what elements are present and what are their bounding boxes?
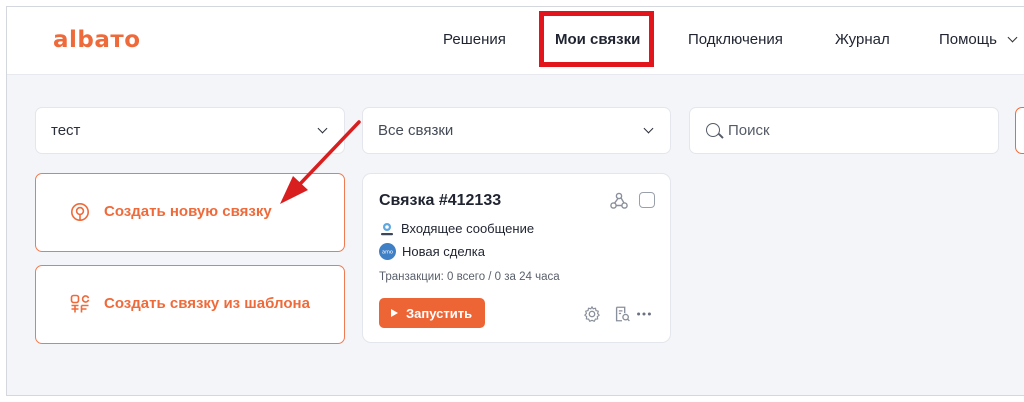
search-icon: [706, 123, 720, 137]
webhook-icon: [610, 192, 628, 209]
trigger-label: Входящее сообщение: [401, 221, 535, 236]
incoming-message-icon: [381, 222, 393, 235]
search-input[interactable]: Поиск: [689, 107, 999, 154]
transactions-count: Транзакции: 0 всего / 0 за 24 часа: [379, 271, 560, 283]
edge-button[interactable]: [1015, 107, 1024, 154]
action-label: Новая сделка: [402, 244, 485, 259]
bundle-type-select[interactable]: Все связки: [362, 107, 671, 154]
create-new-bundle-button[interactable]: Создать новую связку: [35, 173, 345, 252]
run-button[interactable]: Запустить: [379, 298, 485, 328]
nav-journal-label: Журнал: [835, 31, 890, 48]
amocrm-icon-text: amo: [382, 250, 393, 256]
chevron-down-icon: [317, 123, 328, 134]
trigger-step: Входящее сообщение: [379, 221, 534, 238]
search-placeholder: Поиск: [728, 122, 770, 139]
nav-connections-label: Подключения: [688, 31, 783, 48]
top-header: albaтo Решения Мои связки Подключения Жу…: [7, 7, 1024, 75]
create-from-template-button[interactable]: Создать связку из шаблона: [35, 265, 345, 344]
nav-help[interactable]: Помощь: [939, 31, 1018, 48]
create-from-template-label: Создать связку из шаблона: [104, 295, 310, 312]
action-step: amo Новая сделка: [379, 243, 485, 261]
project-select-value: тест: [51, 122, 81, 139]
nav-journal[interactable]: Журнал: [835, 31, 890, 48]
logo-text: albaтo: [53, 27, 141, 53]
amocrm-icon: amo: [379, 243, 396, 261]
annotation-highlight-box: [539, 11, 654, 67]
nav-help-label: Помощь: [939, 31, 997, 48]
more-options-icon[interactable]: [635, 305, 653, 323]
bundle-card[interactable]: Связка #412133 Входящее сообщение amo Но…: [362, 173, 671, 343]
nav-solutions[interactable]: Решения: [443, 31, 506, 48]
bundle-type-value: Все связки: [378, 122, 454, 139]
chevron-down-icon: [1007, 32, 1018, 43]
run-button-label: Запустить: [406, 306, 473, 321]
chevron-down-icon: [643, 123, 654, 134]
select-checkbox[interactable]: [639, 192, 655, 208]
bundle-title: Связка #412133: [379, 192, 502, 209]
bundle-plus-icon: [71, 203, 89, 221]
app-window: albaтo Решения Мои связки Подключения Жу…: [6, 6, 1024, 396]
log-search-icon[interactable]: [613, 305, 631, 323]
nav-connections[interactable]: Подключения: [688, 31, 783, 48]
albato-logo[interactable]: albaтo: [53, 27, 141, 53]
play-icon: [391, 309, 398, 317]
settings-gear-icon[interactable]: [583, 305, 601, 323]
project-select[interactable]: тест: [35, 107, 345, 154]
create-new-bundle-label: Создать новую связку: [104, 203, 272, 220]
nav-solutions-label: Решения: [443, 31, 506, 48]
template-icon: [70, 294, 90, 313]
